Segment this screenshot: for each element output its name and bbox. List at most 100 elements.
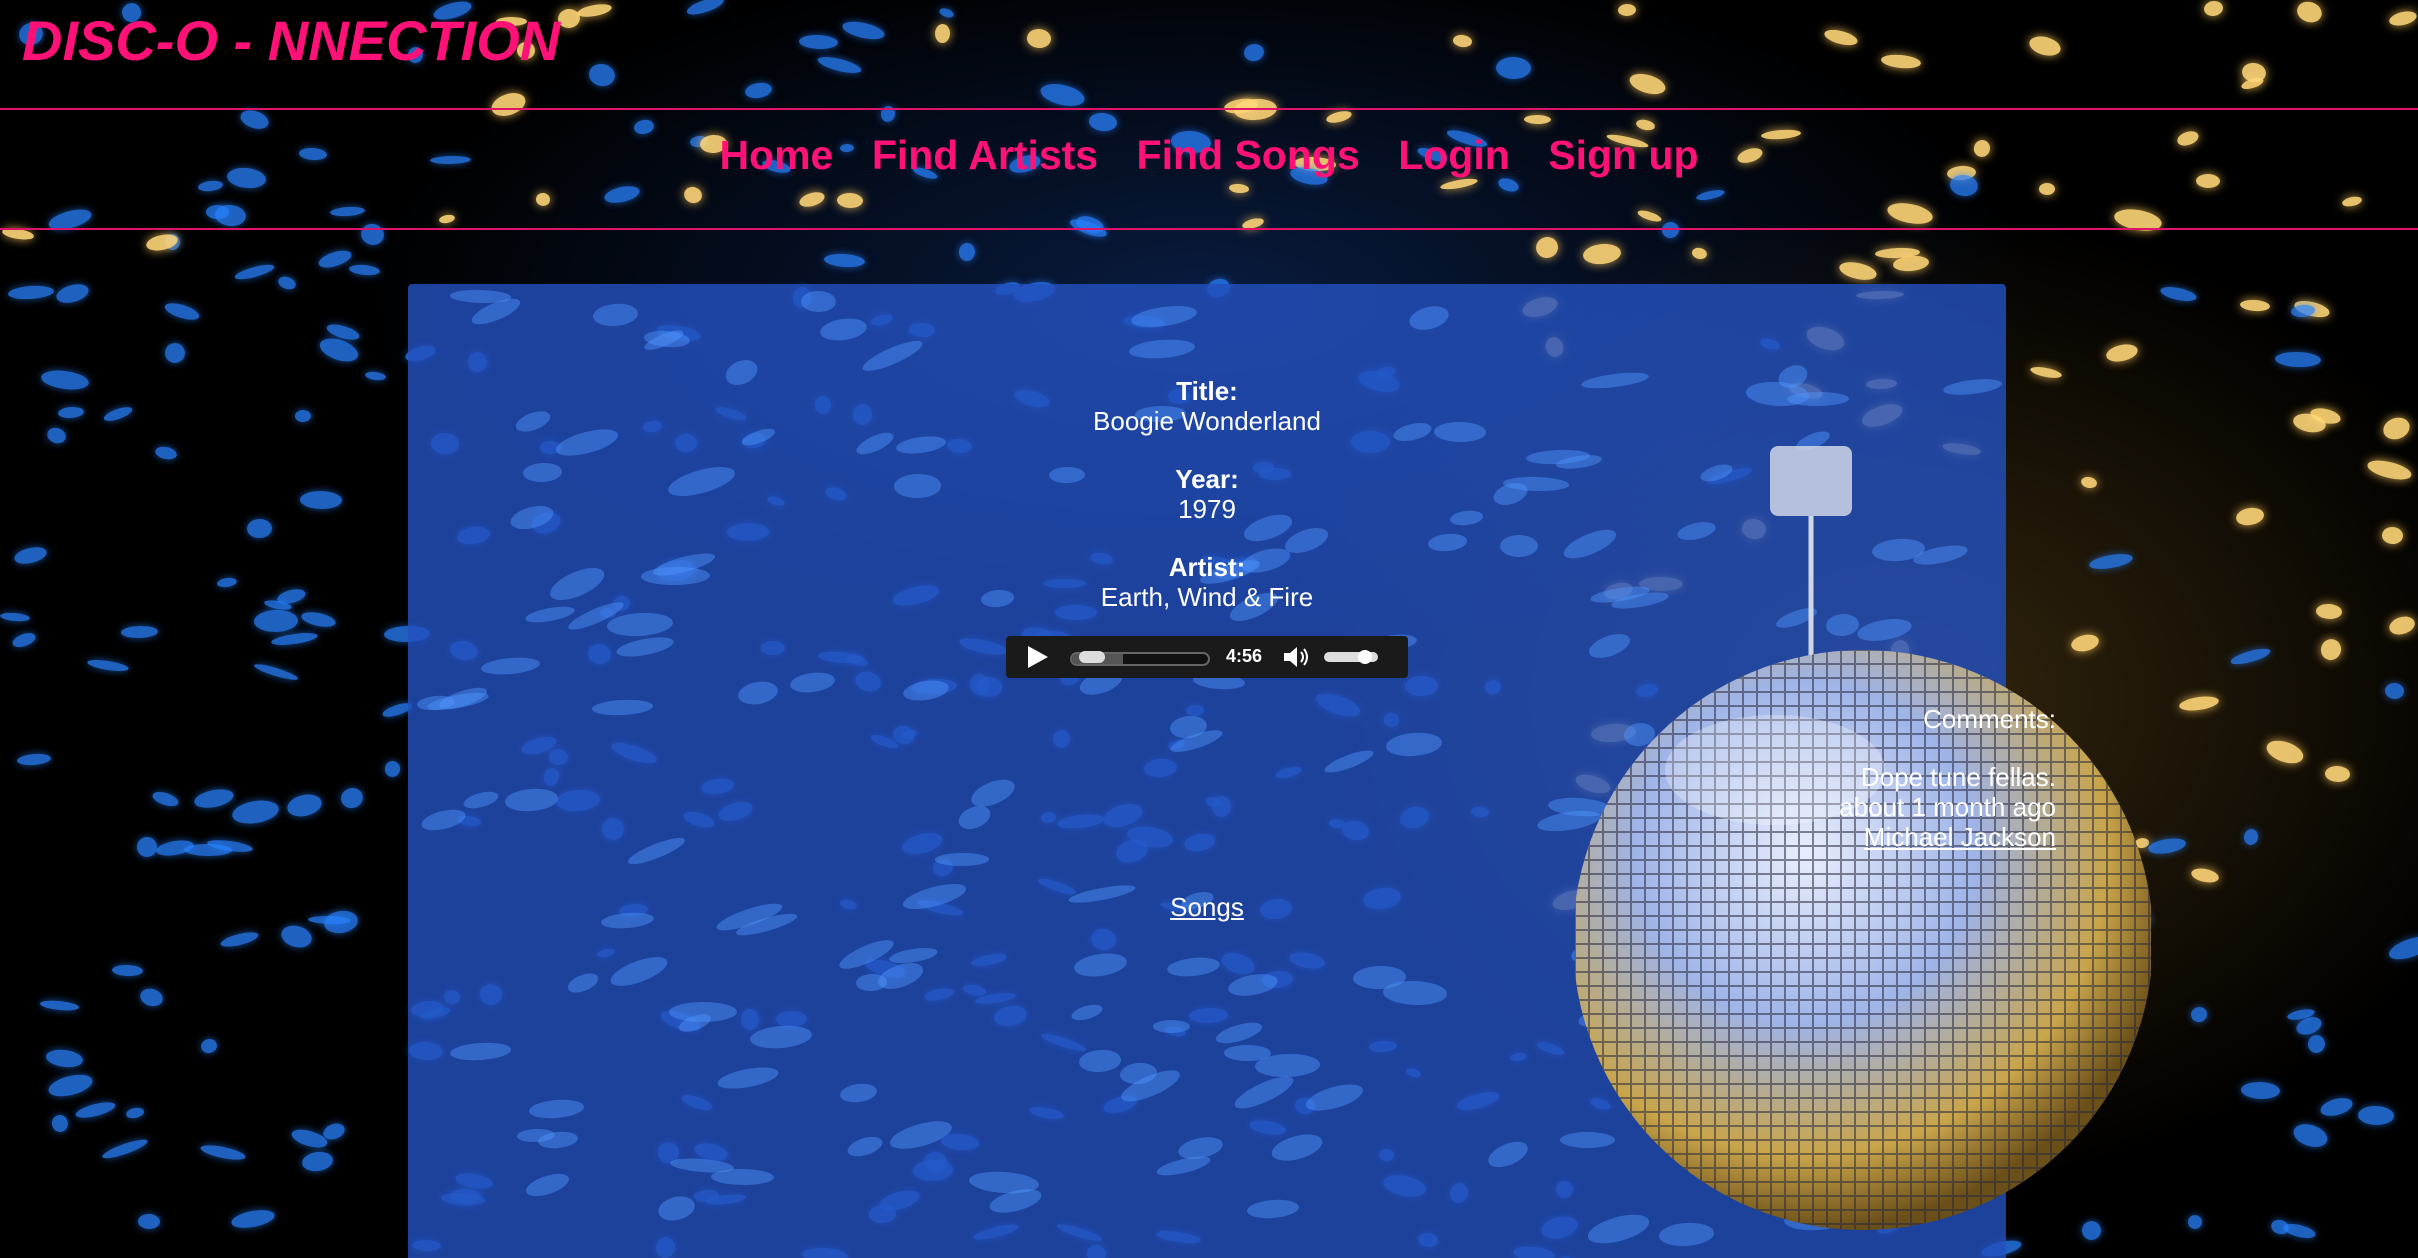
light-spot <box>316 247 354 271</box>
light-spot <box>2274 351 2321 369</box>
light-spot <box>2189 1005 2210 1024</box>
panel-light-spot <box>859 335 925 376</box>
light-spot <box>321 1120 348 1142</box>
light-spot <box>50 1113 69 1134</box>
light-spot <box>2187 1214 2203 1229</box>
light-spot <box>153 445 178 462</box>
light-spot <box>2294 0 2325 26</box>
panel-light-spot <box>1322 746 1376 778</box>
light-spot <box>1451 33 1473 48</box>
light-spot <box>2388 8 2418 28</box>
light-spot <box>2080 1218 2103 1242</box>
light-spot <box>358 220 388 249</box>
light-spot <box>2240 1081 2281 1101</box>
header-divider-top <box>0 108 2418 110</box>
light-spot <box>364 370 387 382</box>
light-spot <box>2243 827 2261 847</box>
light-spot <box>219 929 261 950</box>
panel-light-spot <box>1484 1136 1532 1173</box>
light-spot <box>816 53 863 77</box>
comments-section: Comments: Dope tune fellas. about 1 mont… <box>1839 704 2056 852</box>
light-spot <box>840 18 887 43</box>
light-spot <box>137 985 166 1009</box>
light-spot <box>1439 177 1479 192</box>
play-icon[interactable] <box>1028 646 1048 668</box>
panel-light-spot <box>935 852 990 866</box>
nav-sign-up-link[interactable]: Sign up <box>1548 132 1698 179</box>
panel-light-spot <box>902 677 951 704</box>
light-spot <box>270 630 319 648</box>
panel-light-spot <box>1640 950 1704 989</box>
light-spot <box>233 261 276 283</box>
panel-light-spot <box>715 1063 781 1093</box>
light-spot <box>1495 57 1531 80</box>
light-spot <box>121 625 159 638</box>
light-spot <box>2069 632 2101 655</box>
light-spot <box>73 1098 117 1121</box>
volume-icon[interactable] <box>1282 646 1312 668</box>
light-spot <box>230 1206 276 1231</box>
light-spot <box>238 106 272 133</box>
progress-handle[interactable] <box>1079 651 1105 663</box>
panel-light-spot <box>419 805 468 834</box>
light-spot <box>12 544 48 566</box>
light-spot <box>2306 1033 2327 1055</box>
panel-light-spot <box>1650 788 1711 820</box>
light-spot <box>1695 187 1726 202</box>
song-details: Title: Boogie Wonderland Year: 1979 Arti… <box>408 376 2006 640</box>
nav-login-link[interactable]: Login <box>1398 132 1510 179</box>
panel-light-spot <box>1382 979 1448 1006</box>
panel-light-spot <box>1070 1001 1105 1023</box>
light-spot <box>192 785 236 811</box>
panel-light-spot <box>1584 1208 1652 1249</box>
light-spot <box>46 1070 95 1100</box>
light-spot <box>1088 112 1118 133</box>
light-spot <box>2290 1119 2330 1151</box>
light-spot <box>2043 1016 2085 1032</box>
light-spot <box>1026 28 1053 49</box>
light-spot <box>2357 1105 2395 1126</box>
nav-find-artists-link[interactable]: Find Artists <box>872 132 1098 179</box>
light-spot <box>2316 603 2344 620</box>
songs-link[interactable]: Songs <box>1170 892 1244 922</box>
panel-light-spot <box>607 950 671 992</box>
panel-light-spot <box>592 698 654 716</box>
light-spot <box>2317 636 2344 663</box>
light-spot <box>1242 42 1266 64</box>
panel-light-spot <box>1407 302 1452 334</box>
panel-light-spot <box>461 788 501 813</box>
light-spot <box>1635 117 1657 132</box>
light-spot <box>57 406 85 420</box>
light-spot <box>1533 234 1561 261</box>
light-spot <box>100 1136 150 1162</box>
light-spot <box>576 1 613 20</box>
light-spot <box>1524 114 1552 125</box>
light-spot <box>587 61 618 89</box>
light-spot <box>322 908 360 935</box>
light-spot <box>339 785 367 812</box>
light-spot <box>199 1142 247 1164</box>
light-spot <box>1885 199 1935 228</box>
comment-author-link[interactable]: Michael Jackson <box>1864 822 2056 852</box>
light-spot <box>1582 242 1623 267</box>
light-spot <box>1037 79 1087 110</box>
panel-light-spot <box>1782 1202 1854 1232</box>
panel-light-spot <box>592 301 639 328</box>
light-spot <box>1228 183 1250 194</box>
light-spot <box>438 213 456 225</box>
panel-light-spot <box>668 1001 737 1023</box>
light-spot <box>1627 70 1669 99</box>
light-spot <box>488 89 529 121</box>
nav-home-link[interactable]: Home <box>719 132 833 179</box>
panel-light-spot <box>1226 970 1280 1000</box>
panel-light-spot <box>655 1192 698 1224</box>
panel-light-spot <box>1231 1070 1298 1115</box>
panel-light-spot <box>1246 1197 1300 1221</box>
header-divider-bottom <box>0 228 2418 230</box>
light-spot <box>2379 414 2413 444</box>
light-spot <box>40 367 90 392</box>
volume-handle[interactable] <box>1358 650 1372 664</box>
nav-find-songs-link[interactable]: Find Songs <box>1137 132 1360 179</box>
light-spot <box>2384 682 2405 700</box>
light-spot <box>10 630 38 650</box>
